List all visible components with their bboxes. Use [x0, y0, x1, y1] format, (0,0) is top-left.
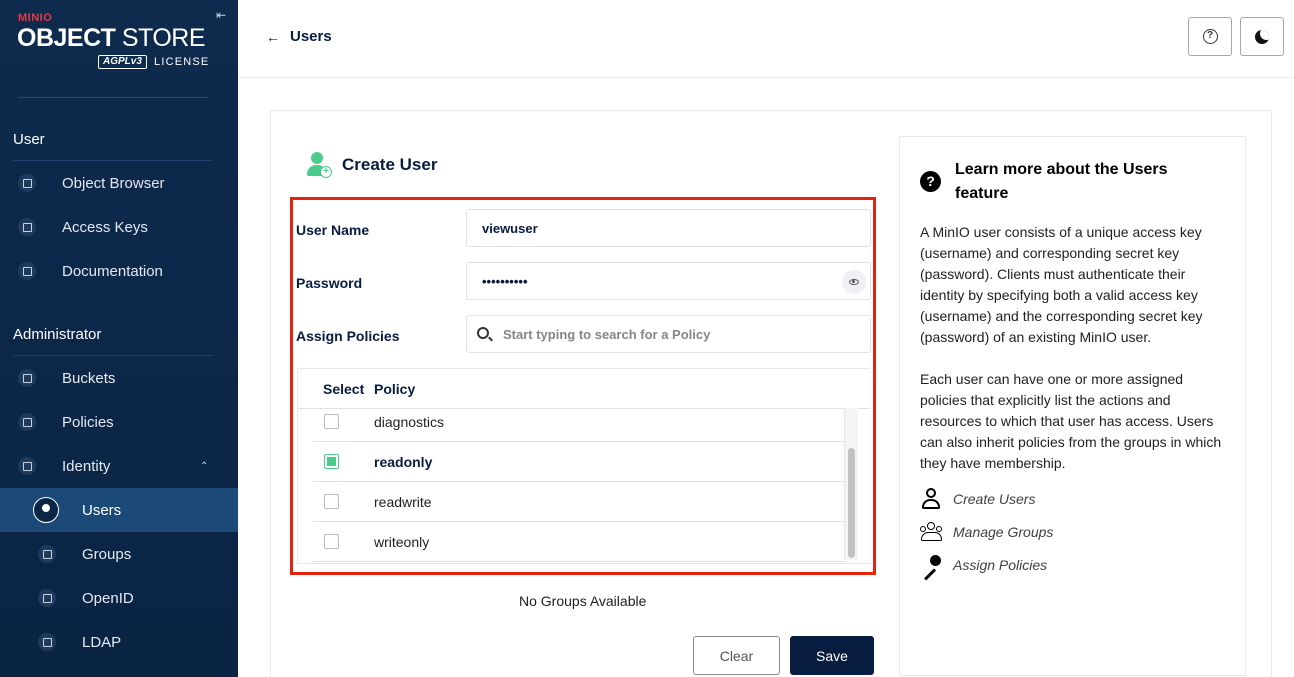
password-input[interactable]: •••••••••• — [466, 262, 871, 300]
policy-name: diagnostics — [374, 414, 445, 430]
help-paragraph: A MinIO user consists of a unique access… — [920, 224, 1203, 345]
policies-label: Assign Policies — [296, 328, 400, 344]
policies-table: Select Policy diagnostics readonly readw… — [297, 368, 870, 564]
group-outline-icon — [920, 521, 942, 543]
policy-checkbox[interactable] — [324, 454, 339, 469]
show-password-button[interactable] — [842, 270, 866, 294]
identity-icon — [18, 457, 36, 475]
sidebar-section-admin: Administrator — [13, 326, 102, 343]
back-link[interactable]: ← Users — [266, 28, 332, 45]
sidebar-item-groups[interactable]: Groups — [0, 532, 238, 576]
back-arrow-icon: ← — [266, 28, 280, 45]
column-header-policy: Policy — [374, 381, 416, 397]
add-user-icon: + — [307, 152, 332, 178]
search-icon — [477, 327, 489, 339]
help-title: Learn more about the Users feature — [955, 161, 1168, 202]
help-button[interactable]: ? — [1188, 17, 1232, 56]
help-paragraph: Each user can have one or more assigned … — [920, 371, 1222, 471]
key-icon — [920, 554, 942, 581]
clear-button[interactable]: Clear — [693, 636, 780, 675]
sidebar-item-policies[interactable]: Policies — [0, 400, 238, 444]
save-button[interactable]: Save — [790, 636, 874, 675]
dark-mode-icon — [1255, 29, 1269, 44]
sidebar-item-label: Users — [82, 501, 122, 519]
sidebar-item-label: Buckets — [62, 369, 116, 387]
policy-name: readwrite — [374, 494, 432, 510]
scrollbar-thumb[interactable] — [848, 448, 855, 558]
policy-checkbox[interactable] — [324, 414, 339, 429]
brand-product-thin: STORE — [121, 24, 206, 52]
table-row[interactable]: readonly — [313, 442, 845, 482]
brand-product-bold: OBJECT — [17, 24, 116, 52]
help-link-label: Create Users — [953, 491, 1036, 507]
sidebar-item-buckets[interactable]: Buckets — [0, 356, 238, 400]
help-link-create-users[interactable]: Create Users — [920, 487, 1035, 511]
sidebar-item-label: OpenID — [82, 589, 134, 607]
policies-icon — [18, 413, 36, 431]
sidebar-item-label: Access Keys — [62, 218, 148, 236]
sidebar-item-identity[interactable]: Identity ⌃ — [0, 444, 238, 488]
policy-search-input[interactable]: Start typing to search for a Policy — [466, 315, 871, 353]
help-link-assign-policies[interactable]: Assign Policies — [920, 553, 1047, 581]
sidebar-item-ldap[interactable]: LDAP — [0, 620, 238, 664]
no-groups-text: No Groups Available — [519, 593, 647, 609]
chevron-up-icon: ⌃ — [200, 460, 209, 472]
help-link-manage-groups[interactable]: Manage Groups — [920, 520, 1053, 544]
policy-name: readonly — [374, 454, 433, 470]
eye-icon — [849, 279, 859, 285]
theme-toggle-button[interactable] — [1240, 17, 1284, 56]
sidebar-item-access-keys[interactable]: Access Keys — [0, 205, 238, 249]
help-icon: ? — [1202, 29, 1218, 44]
sidebar-item-openid[interactable]: OpenID — [0, 576, 238, 620]
brand-product: OBJECT STORE — [17, 24, 206, 53]
sidebar-item-users[interactable]: Users — [0, 488, 238, 532]
sidebar: MINIO OBJECT STORE AGPLv3 LICENSE ⇤ User… — [0, 0, 238, 677]
user-outline-icon — [920, 488, 942, 510]
sidebar-item-label: Documentation — [62, 262, 163, 280]
documentation-icon — [18, 262, 36, 280]
policy-name: writeonly — [374, 534, 430, 550]
table-row[interactable]: diagnostics — [313, 402, 845, 442]
sidebar-item-documentation[interactable]: Documentation — [0, 249, 238, 293]
sidebar-item-label: Groups — [82, 545, 132, 563]
question-icon: ? — [920, 171, 941, 192]
policy-checkbox[interactable] — [324, 494, 339, 509]
help-link-label: Assign Policies — [953, 557, 1048, 573]
license-label: LICENSE — [154, 56, 210, 68]
sidebar-item-label: Policies — [62, 413, 114, 431]
username-label: User Name — [296, 222, 370, 238]
table-row[interactable]: writeonly — [313, 522, 845, 562]
access-keys-icon — [18, 218, 36, 236]
brand-company: MINIO — [18, 12, 53, 24]
back-label: Users — [290, 28, 332, 45]
sidebar-item-label: LDAP — [82, 633, 122, 651]
object-browser-icon — [18, 174, 36, 192]
sidebar-divider — [18, 97, 208, 98]
password-value: •••••••••• — [482, 273, 528, 289]
license-badge: AGPLv3 — [98, 55, 147, 69]
username-value: viewuser — [482, 220, 538, 236]
help-link-label: Manage Groups — [953, 524, 1054, 540]
policy-search-placeholder: Start typing to search for a Policy — [503, 327, 711, 342]
ldap-icon — [38, 633, 56, 651]
password-label: Password — [296, 275, 363, 291]
column-header-select: Select — [323, 381, 365, 397]
user-icon — [33, 497, 59, 523]
collapse-left-icon[interactable]: ⇤ — [213, 7, 229, 23]
groups-icon — [38, 545, 56, 563]
openid-icon — [38, 589, 56, 607]
sidebar-item-object-browser[interactable]: Object Browser — [0, 161, 238, 205]
bucket-icon — [18, 369, 36, 387]
username-input[interactable]: viewuser — [466, 209, 871, 247]
page-title: Create User — [342, 155, 438, 174]
policy-checkbox[interactable] — [324, 534, 339, 549]
page-header: ← Users ? — [238, 0, 1294, 78]
table-row[interactable]: readwrite — [313, 482, 845, 522]
sidebar-item-label: Identity — [62, 457, 111, 475]
sidebar-section-user: User — [13, 131, 45, 148]
sidebar-item-label: Object Browser — [62, 174, 165, 192]
